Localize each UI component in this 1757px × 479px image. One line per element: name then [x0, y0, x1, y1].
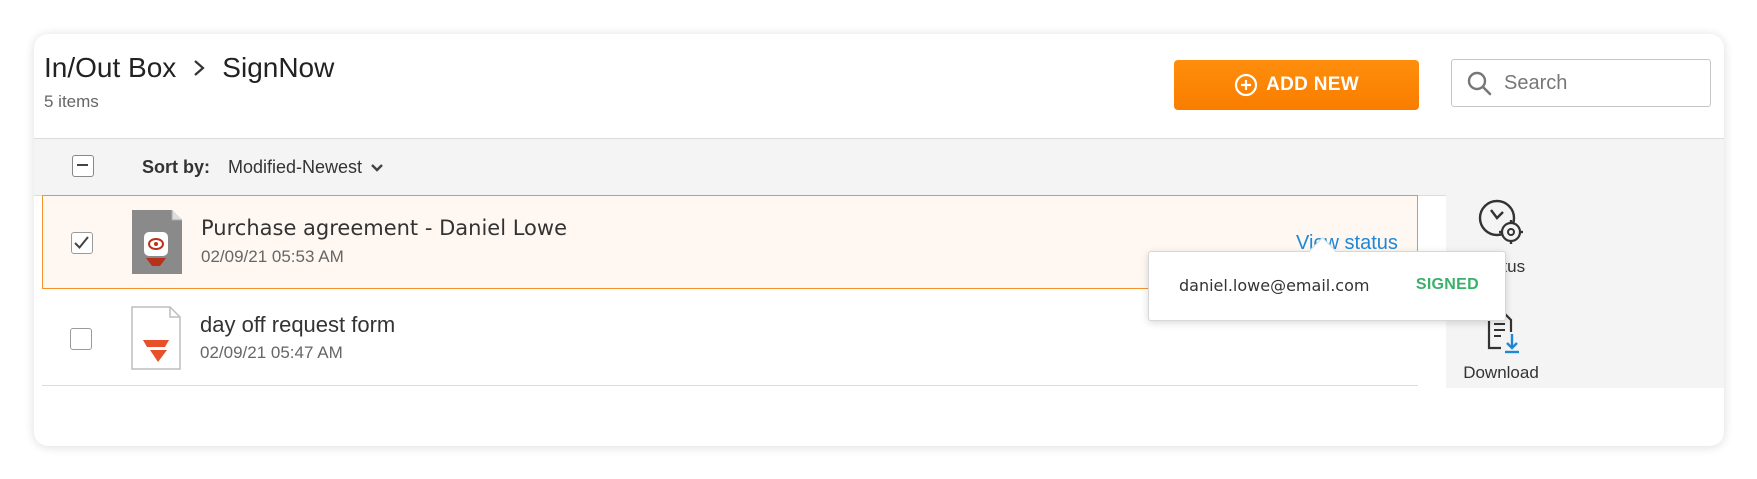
- download-action-label: Download: [1463, 363, 1539, 382]
- document-title[interactable]: day off request form: [200, 312, 395, 338]
- sort-value: Modified-Newest: [228, 157, 363, 177]
- row-checkbox[interactable]: [71, 232, 93, 254]
- breadcrumb-inout-box[interactable]: In/Out Box: [44, 52, 176, 84]
- document-thumbnail: [132, 210, 182, 274]
- document-date: 02/09/21 05:53 AM: [201, 247, 344, 266]
- signature-status-popover: daniel.lowe@email.com SIGNED: [1148, 237, 1506, 321]
- breadcrumb: In/Out Box SignNow: [44, 52, 334, 84]
- sort-label: Sort by:: [142, 157, 211, 177]
- clock-gear-icon: [1478, 199, 1523, 244]
- row-checkbox[interactable]: [70, 328, 92, 350]
- plus-circle-icon: [1234, 73, 1258, 97]
- breadcrumb-signnow: SignNow: [222, 52, 335, 83]
- document-thumbnail: [131, 306, 181, 370]
- checkmark-icon: [74, 236, 89, 249]
- indeterminate-dash: [77, 164, 88, 166]
- signer-status-badge: SIGNED: [1415, 276, 1479, 293]
- inbox-card: In/Out Box SignNow 5 items ADD NEW Sort …: [34, 34, 1724, 446]
- search-input[interactable]: [1502, 70, 1696, 96]
- add-new-button[interactable]: ADD NEW: [1174, 60, 1419, 110]
- select-all-checkbox[interactable]: [72, 155, 94, 177]
- signer-email: daniel.lowe@email.com: [1179, 276, 1370, 295]
- chevron-right-icon: [194, 60, 205, 76]
- document-title[interactable]: Purchase agreement - Daniel Lowe: [201, 216, 567, 240]
- sort-dropdown[interactable]: Modified-Newest: [228, 157, 384, 178]
- search-box[interactable]: [1451, 59, 1711, 107]
- chevron-down-icon: [371, 163, 383, 172]
- document-date: 02/09/21 05:47 AM: [200, 343, 343, 362]
- search-icon: [1467, 71, 1492, 96]
- add-new-label: ADD NEW: [1266, 74, 1359, 95]
- item-count: 5 items: [44, 92, 99, 111]
